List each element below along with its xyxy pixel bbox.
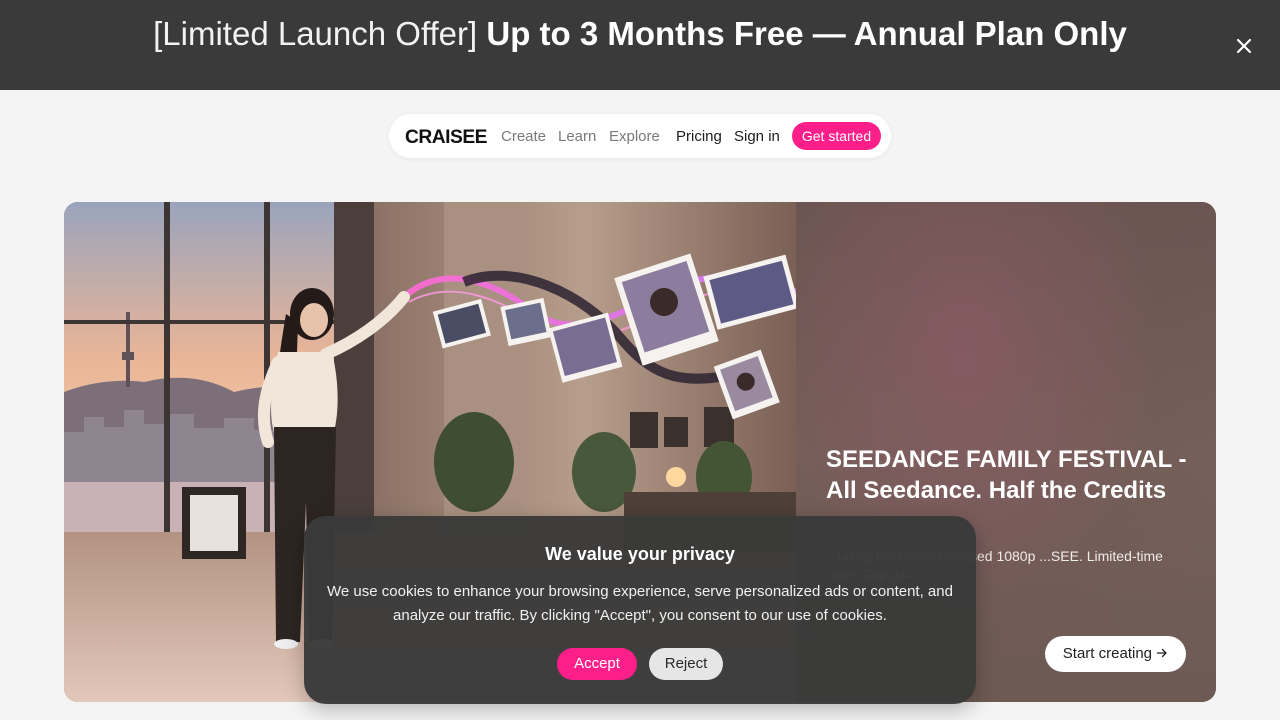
reject-button[interactable]: Reject (649, 648, 723, 680)
promo-headline: Up to 3 Months Free — Annual Plan Only (486, 15, 1127, 52)
svg-text:CRAISEE: CRAISEE (405, 127, 487, 146)
arrow-right-icon (1156, 645, 1168, 662)
close-icon[interactable] (1230, 32, 1258, 60)
promo-banner: [Limited Launch Offer] Up to 3 Months Fr… (0, 0, 1280, 90)
brand-logo[interactable]: CRAISEE (405, 126, 488, 148)
promo-prefix: [Limited Launch Offer] (153, 15, 478, 52)
nav-explore[interactable]: Explore (609, 127, 660, 147)
nav-learn[interactable]: Learn (558, 127, 596, 147)
top-nav: CRAISEE Create Learn Explore Pricing Sig… (389, 114, 891, 158)
accept-button[interactable]: Accept (557, 648, 637, 680)
hero-title: SEEDANCE FAMILY FESTIVAL - All Seedance.… (826, 446, 1187, 504)
promo-text: [Limited Launch Offer] Up to 3 Months Fr… (0, 14, 1280, 54)
cookie-message: We use cookies to enhance your browsing … (327, 583, 953, 624)
cookie-title: We value your privacy (545, 544, 735, 564)
nav-sign-in[interactable]: Sign in (734, 127, 780, 147)
nav-create[interactable]: Create (501, 127, 546, 147)
start-creating-label: Start creating (1062, 645, 1153, 662)
start-creating-button[interactable]: Start creating (1045, 636, 1186, 672)
get-started-button[interactable]: Get started (792, 122, 881, 150)
nav-pricing[interactable]: Pricing (676, 127, 722, 147)
cookie-consent-dialog: We value your privacy We use cookies to … (304, 516, 976, 704)
